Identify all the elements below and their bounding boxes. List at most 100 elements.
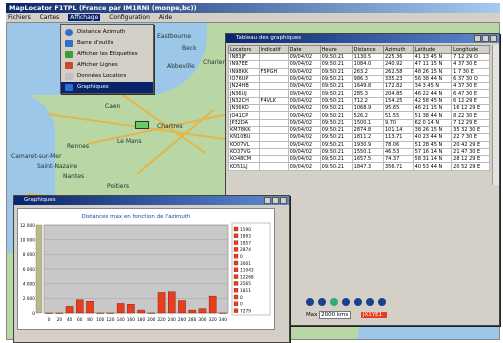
menu-item-labels[interactable]: Afficher les Etiquettes <box>61 49 153 60</box>
menu-item-toolbar[interactable]: Barre d'outils <box>61 38 153 49</box>
export-icon[interactable] <box>377 298 386 306</box>
legend-swatch <box>233 240 239 245</box>
table-row[interactable]: IN83JF 09/04/02 09:50:21 1130.5 225.36 41 13 … <box>228 52 490 62</box>
table-cell: 09/04/02 <box>287 162 321 171</box>
minimize-icon[interactable] <box>474 35 481 42</box>
menu-item-label: Afficher les Etiquettes <box>77 51 138 57</box>
table-cell: 16 12 29 E <box>451 104 490 113</box>
affichage-menu-dropdown: Distance Azimuth Barre d'outils Afficher… <box>60 24 154 94</box>
table-cell: 09/04/02 <box>287 67 321 76</box>
column-header[interactable]: Latitude <box>412 45 453 54</box>
menu-aide[interactable]: Aide <box>159 14 172 21</box>
table-cell <box>258 133 289 142</box>
legend-swatch <box>233 267 239 272</box>
table-cell: 09/04/02 <box>287 104 321 113</box>
locator-table: Locators Indicatif Date Heure Distance Azimut… <box>228 45 490 171</box>
zoom-out-icon[interactable] <box>317 298 326 306</box>
menu-item-label: Barre d'outils <box>77 40 114 46</box>
graph-window-titlebar[interactable]: Graphiques <box>14 196 289 205</box>
table-cell <box>258 89 289 98</box>
map-label-camaret: Camaret-sur-Mer <box>11 153 62 160</box>
close-icon[interactable] <box>280 197 287 204</box>
table-cell: 57 16 14 N <box>412 147 453 157</box>
table-cell: 09:50:21 <box>319 155 353 164</box>
column-header[interactable]: Locators <box>228 45 260 54</box>
azimuth-icon <box>65 29 73 36</box>
maximize-icon[interactable] <box>272 197 279 204</box>
map-label-rennes: Rennes <box>67 143 90 150</box>
status-indicator[interactable]: JX1YE1 <box>360 312 387 318</box>
menu-item-lines[interactable]: Afficher Lignes <box>61 60 153 71</box>
table-row[interactable]: JN36UJ 09/04/02 09:50:21 285.3 204.85 46 22 4… <box>228 89 490 98</box>
location-marker[interactable] <box>135 121 149 129</box>
column-header[interactable]: Longitude <box>451 45 490 54</box>
minimize-icon[interactable] <box>264 197 271 204</box>
column-header[interactable]: Distance <box>351 45 384 54</box>
table-cell: 172.82 <box>382 82 414 91</box>
zoom-in-icon[interactable] <box>306 298 314 306</box>
legend-swatch <box>233 281 239 286</box>
legend-entry: 0 <box>240 254 243 260</box>
table-cell: IO76UP <box>228 74 260 84</box>
table-row[interactable]: JP32DA 09/04/02 09:50:21 1500.1 9.70 62 0 14 … <box>228 118 490 127</box>
menu-item-locator-data[interactable]: Données Locators <box>61 71 153 82</box>
toolbar-icon <box>65 40 73 47</box>
column-header[interactable]: Azimuth <box>382 45 414 54</box>
y-tick-label: 0 <box>32 311 35 317</box>
table-cell: KO07VL <box>228 140 260 149</box>
table-row[interactable]: JN36KD 09/04/02 09:50:21 1068.9 95.65 46 21 1… <box>228 104 490 113</box>
menu-item-graphs[interactable]: Graphiques <box>61 82 153 93</box>
table-row[interactable]: IO76UP 09/04/02 09:50:21 986.3 335.23 56 38 4… <box>228 74 490 84</box>
table-cell: 09/04/02 <box>287 118 321 127</box>
x-tick-label: 100 <box>96 317 104 323</box>
table-cell: 48 26 15 N <box>412 67 453 76</box>
table-scrollbar[interactable] <box>492 45 499 185</box>
table-row[interactable]: KO37VG 09/04/02 09:50:21 1550.1 46.53 57 16 1… <box>228 147 490 157</box>
menu-configuration[interactable]: Configuration <box>109 14 150 21</box>
print-icon[interactable] <box>365 298 374 306</box>
table-cell: KN10BU <box>228 133 260 142</box>
map-label-chartres: Chartres <box>157 123 183 130</box>
refresh-icon[interactable] <box>341 298 350 306</box>
table-row[interactable]: IN97EE 09/04/02 09:50:21 1084.0 240.92 47 11 … <box>228 60 490 69</box>
table-cell: 09/04/02 <box>287 96 321 106</box>
search-icon[interactable] <box>329 298 338 306</box>
bar-chart: Distances max en fonction de l'azimuth 12… <box>20 214 271 323</box>
table-row[interactable]: KN10BU 09/04/02 09:50:21 1811.2 113.71 40 23 … <box>228 133 490 142</box>
close-icon[interactable] <box>490 35 497 42</box>
table-cell <box>258 104 289 113</box>
menu-cartes[interactable]: Cartes <box>40 14 60 21</box>
nav-icon[interactable] <box>353 298 362 306</box>
column-header[interactable]: Date <box>287 45 321 54</box>
table-cell <box>258 155 289 164</box>
distance-input[interactable]: 2000 kms <box>319 311 352 319</box>
table-row[interactable]: JO41CP 09/04/02 09:50:21 526.2 51.55 51 38 44… <box>228 111 490 120</box>
table-cell: 526.2 <box>351 111 384 120</box>
menu-fichiers[interactable]: Fichiers <box>8 14 31 21</box>
legend-swatch <box>233 308 239 313</box>
table-window-titlebar[interactable]: Tableau des graphiques <box>226 34 499 43</box>
table-row[interactable]: KO48CM 09/04/02 09:50:21 1657.5 74.37 58 31 1… <box>228 155 490 164</box>
x-tick-label: 140 <box>117 317 125 323</box>
table-cell: 4 37 30 E <box>451 60 490 69</box>
menu-item-distance-azimuth[interactable]: Distance Azimuth <box>61 27 153 38</box>
table-row[interactable]: JN32CH F4VLK 09/04/02 09:50:21 712.2 154.25 42… <box>228 96 490 106</box>
table-cell: 335.23 <box>382 74 414 84</box>
menu-affichage[interactable]: Affichage <box>68 14 101 21</box>
table-row[interactable]: JN24HB 09/04/02 09:50:21 1649.8 172.82 34 3 4… <box>228 82 490 91</box>
table-row[interactable]: KM78KK 09/04/02 09:50:21 2874.8 101.14 38 26 … <box>228 125 490 135</box>
table-row[interactable]: KO07VL 09/04/02 09:50:21 1930.9 78.06 51 28 4… <box>228 140 490 149</box>
maximize-icon[interactable] <box>482 35 489 42</box>
table-cell: 09/04/02 <box>287 82 321 91</box>
table-row[interactable]: KO51LJ 09/04/02 09:50:21 1847.3 356.71 40 53 … <box>228 162 490 171</box>
x-tick-label: 40 <box>67 317 73 323</box>
table-cell <box>258 60 289 69</box>
table-row[interactable]: IN98KK F5PGH 09/04/02 09:50:21 263.2 262.58 48… <box>228 67 490 76</box>
table-cell: 1500.1 <box>351 118 384 127</box>
legend-entry: 11043 <box>240 268 254 274</box>
column-header[interactable]: Heure <box>319 45 353 54</box>
table-cell: 09:50:21 <box>319 74 353 84</box>
table-cell: 1084.0 <box>351 60 384 69</box>
column-header[interactable]: Indicatif <box>258 45 289 54</box>
bar-320 <box>208 295 217 314</box>
